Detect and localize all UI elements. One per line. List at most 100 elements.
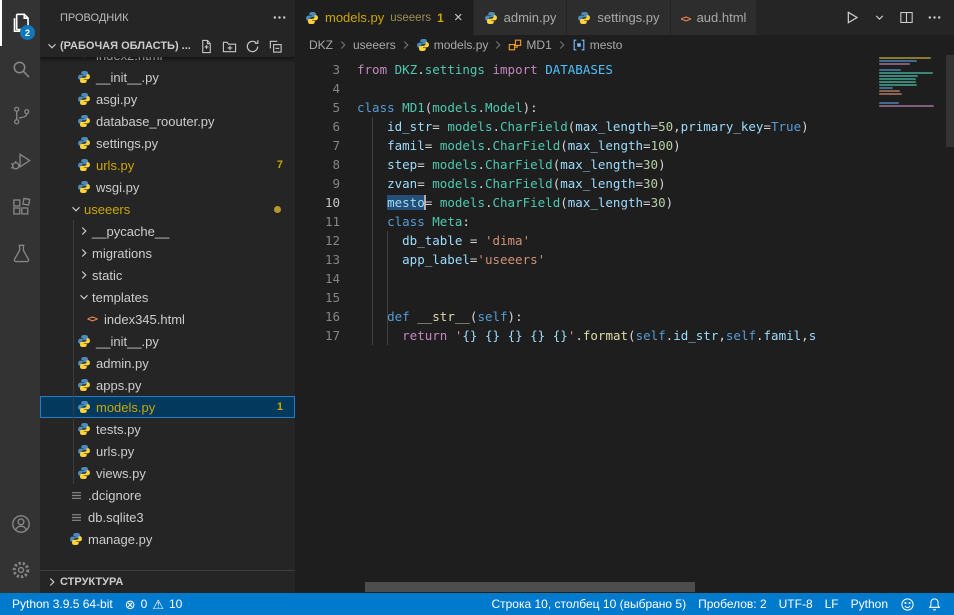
tab-admin.py[interactable]: admin.py xyxy=(474,0,568,35)
activity-item-explorer[interactable]: 2 xyxy=(0,0,40,46)
beaker-icon xyxy=(10,242,33,265)
activity-item-run-debug[interactable] xyxy=(0,138,40,184)
tree-item-urls.py[interactable]: urls.py7 xyxy=(40,154,295,176)
tree-item-label: migrations xyxy=(92,246,152,261)
tree-item-tests.py[interactable]: tests.py xyxy=(40,418,295,440)
activity-item-source-control[interactable] xyxy=(0,92,40,138)
tree-indent-guide xyxy=(73,220,74,484)
tree-item-label: index345.html xyxy=(104,312,185,327)
breadcrumb-label: useeers xyxy=(353,38,396,52)
activity-item-settings[interactable] xyxy=(0,547,40,593)
line-number: 4 xyxy=(295,79,340,98)
minimap-line xyxy=(879,75,918,77)
statusbar-eol[interactable]: LF xyxy=(819,593,845,615)
line-number: 9 xyxy=(295,174,340,193)
tree-item-__init__.py[interactable]: __init__.py xyxy=(40,66,295,88)
statusbar-cursor-position[interactable]: Строка 10, столбец 10 (выбрано 5) xyxy=(485,593,692,615)
tree-item-.dcignore[interactable]: .dcignore xyxy=(40,484,295,506)
tree-item-db.sqlite3[interactable]: db.sqlite3 xyxy=(40,506,295,528)
tree-item-asgi.py[interactable]: asgi.py xyxy=(40,88,295,110)
tree-item-__pycache__[interactable]: __pycache__ xyxy=(40,220,295,242)
breadcrumb-item-mesto[interactable]: mesto xyxy=(572,38,623,52)
breadcrumb-item-MD1[interactable]: MD1 xyxy=(508,38,551,52)
tree-item-database_roouter.py[interactable]: database_roouter.py xyxy=(40,110,295,132)
new-folder-icon[interactable] xyxy=(219,36,239,56)
statusbar-encoding[interactable]: UTF-8 xyxy=(773,593,819,615)
activity-item-extensions[interactable] xyxy=(0,184,40,230)
breadcrumb-item-useeers[interactable]: useeers xyxy=(353,38,396,52)
breadcrumb-item-DKZ[interactable]: DKZ xyxy=(309,38,333,52)
error-count: 0 xyxy=(141,597,148,611)
tree-item-wsgi.py[interactable]: wsgi.py xyxy=(40,176,295,198)
code-line: 8 step= models.CharField(max_length=30) xyxy=(295,155,954,174)
tree-item-static[interactable]: static xyxy=(40,264,295,286)
tree-item-useeers[interactable]: useeers xyxy=(40,198,295,220)
tree-item-admin.py[interactable]: admin.py xyxy=(40,352,295,374)
tree-item-settings.py[interactable]: settings.py xyxy=(40,132,295,154)
statusbar-problems[interactable]: ⊗0⚠10 xyxy=(119,593,189,615)
tree-item-apps.py[interactable]: apps.py xyxy=(40,374,295,396)
tree-item-index345.html[interactable]: <>index345.html xyxy=(40,308,295,330)
python-icon xyxy=(76,334,92,348)
tree-item-__init__.py[interactable]: __init__.py xyxy=(40,330,295,352)
vertical-scrollbar[interactable] xyxy=(946,55,954,147)
tree-item-label: views.py xyxy=(96,466,146,481)
tree-item-label: __init__.py xyxy=(96,70,159,85)
feedback-icon xyxy=(900,597,915,612)
code-line: 10 mesto= models.CharField(max_length=30… xyxy=(295,193,954,212)
new-file-icon[interactable] xyxy=(196,36,216,56)
tree-item-index2.html[interactable]: <>index2.html xyxy=(40,57,295,66)
run-button[interactable] xyxy=(842,8,861,27)
status-bar: Python 3.9.5 64-bit⊗0⚠10 Строка 10, столб… xyxy=(0,593,954,615)
activity-item-account[interactable] xyxy=(0,501,40,547)
tree-item-migrations[interactable]: migrations xyxy=(40,242,295,264)
collapse-all-icon[interactable] xyxy=(265,36,285,56)
minimap-line xyxy=(879,84,917,86)
outline-section-header[interactable]: СТРУКТУРА xyxy=(40,570,295,593)
workspace-section-header[interactable]: (РАБОЧАЯ ОБЛАСТЬ) ... xyxy=(40,35,295,57)
code-line-text xyxy=(340,269,357,288)
tree-item-urls.py[interactable]: urls.py xyxy=(40,440,295,462)
tree-item-models.py[interactable]: models.py1 xyxy=(40,396,295,418)
file-icon xyxy=(68,511,84,524)
chevron-down-icon xyxy=(76,290,92,304)
statusbar-python-interpreter[interactable]: Python 3.9.5 64-bit xyxy=(6,593,119,615)
tab-aud.html[interactable]: <>aud.html xyxy=(671,0,758,35)
code-line-text xyxy=(340,288,357,307)
workspace-section-label: (РАБОЧАЯ ОБЛАСТЬ) ... xyxy=(60,40,190,52)
tree-item-label: .dcignore xyxy=(88,488,141,503)
python-icon xyxy=(76,70,92,84)
code-line-text xyxy=(340,79,357,98)
breadcrumb-separator-icon xyxy=(491,38,505,52)
tree-item-templates[interactable]: templates xyxy=(40,286,295,308)
python-icon xyxy=(76,378,92,392)
chevron-down-icon xyxy=(68,202,84,216)
breadcrumb-label: DKZ xyxy=(309,38,333,52)
refresh-icon[interactable] xyxy=(242,36,262,56)
activity-item-search[interactable] xyxy=(0,46,40,92)
tree-item-manage.py[interactable]: manage.py xyxy=(40,528,295,550)
tree-item-views.py[interactable]: views.py xyxy=(40,462,295,484)
horizontal-scrollbar[interactable] xyxy=(365,582,695,592)
tree-item-label: urls.py xyxy=(96,444,134,459)
html-icon: <> xyxy=(76,57,92,61)
minimap[interactable] xyxy=(879,57,945,108)
close-icon[interactable]: × xyxy=(454,10,463,25)
statusbar-indentation[interactable]: Пробелов: 2 xyxy=(692,593,773,615)
run-dropdown-button[interactable] xyxy=(873,11,886,24)
statusbar-feedback[interactable] xyxy=(894,593,921,615)
tab-models.py[interactable]: models.pyuseeers1× xyxy=(295,0,474,35)
tab-settings.py[interactable]: settings.py xyxy=(567,0,670,35)
statusbar-notifications[interactable] xyxy=(921,593,948,615)
split-editor-button[interactable] xyxy=(898,9,915,26)
code-editor[interactable]: 3from DKZ.settings import DATABASES45cla… xyxy=(295,55,954,593)
more-actions-button[interactable] xyxy=(927,10,942,25)
explorer-more-actions-icon[interactable] xyxy=(272,10,287,25)
activity-item-testing[interactable] xyxy=(0,230,40,276)
python-icon xyxy=(76,466,92,480)
minimap-line xyxy=(879,63,910,65)
line-number: 16 xyxy=(295,307,340,326)
statusbar-language-mode[interactable]: Python xyxy=(845,593,894,615)
breadcrumb-item-models.py[interactable]: models.py xyxy=(416,38,489,52)
chevron-right-icon xyxy=(76,268,92,282)
